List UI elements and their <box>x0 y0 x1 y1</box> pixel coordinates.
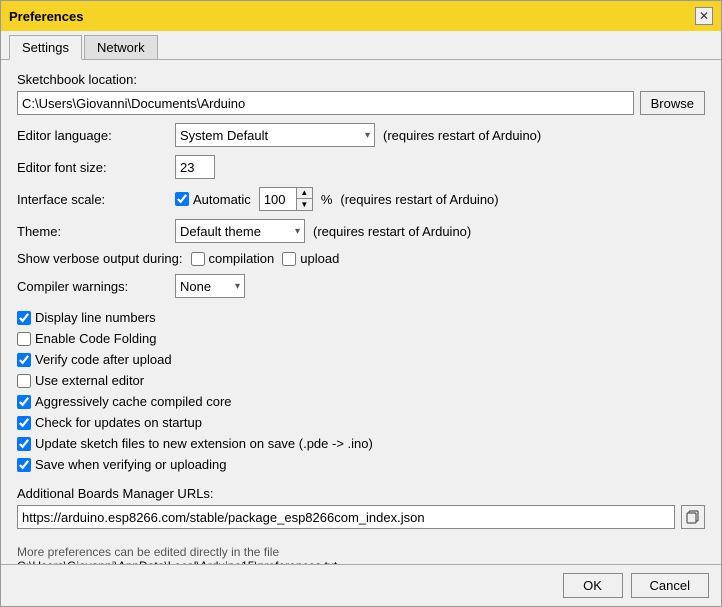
checkbox-verify_upload[interactable] <box>17 353 31 367</box>
editor-font-row: Editor font size: <box>17 155 705 179</box>
checkbox-label-save_verifying[interactable]: Save when verifying or uploading <box>17 457 705 472</box>
scale-input[interactable] <box>260 188 296 210</box>
interface-scale-label: Interface scale: <box>17 192 167 207</box>
compiler-warnings-row: Compiler warnings: None ▾ <box>17 274 705 298</box>
cancel-button[interactable]: Cancel <box>631 573 709 598</box>
checkbox-label-check_updates[interactable]: Check for updates on startup <box>17 415 705 430</box>
checkbox-external_editor[interactable] <box>17 374 31 388</box>
sketchbook-input[interactable] <box>17 91 634 115</box>
chevron-down-icon: ▾ <box>235 281 240 292</box>
boards-input-row <box>17 505 705 529</box>
editor-language-dropdown[interactable]: System Default ▾ <box>175 123 375 147</box>
editor-language-row: Editor language: System Default ▾ (requi… <box>17 123 705 147</box>
tab-settings[interactable]: Settings <box>9 35 82 60</box>
boards-section: Additional Boards Manager URLs: <box>17 486 705 529</box>
compiler-warnings-label: Compiler warnings: <box>17 279 167 294</box>
theme-dropdown[interactable]: Default theme ▾ <box>175 219 305 243</box>
checkbox-update_sketch[interactable] <box>17 437 31 451</box>
automatic-checkbox-label[interactable]: Automatic <box>175 192 251 207</box>
verbose-compilation-checkbox[interactable] <box>191 252 205 266</box>
sketchbook-label: Sketchbook location: <box>17 72 167 87</box>
sketchbook-input-row: Browse <box>17 91 705 115</box>
checkbox-label-external_editor[interactable]: Use external editor <box>17 373 705 388</box>
checkbox-label-verify_upload[interactable]: Verify code after upload <box>17 352 705 367</box>
verbose-upload-checkbox[interactable] <box>282 252 296 266</box>
title-bar: Preferences ✕ <box>1 1 721 31</box>
checkbox-code_folding[interactable] <box>17 332 31 346</box>
close-button[interactable]: ✕ <box>695 7 713 25</box>
checkbox-label-display_line[interactable]: Display line numbers <box>17 310 705 325</box>
chevron-down-icon: ▾ <box>295 226 300 237</box>
checkbox-label-cache_compiled[interactable]: Aggressively cache compiled core <box>17 394 705 409</box>
theme-hint: (requires restart of Arduino) <box>313 224 471 239</box>
interface-scale-row: Interface scale: Automatic ▲ ▼ % (requir… <box>17 187 705 211</box>
chevron-down-icon: ▾ <box>365 130 370 141</box>
verbose-label: Show verbose output during: <box>17 251 183 266</box>
boards-label: Additional Boards Manager URLs: <box>17 486 705 501</box>
theme-row: Theme: Default theme ▾ (requires restart… <box>17 219 705 243</box>
automatic-checkbox[interactable] <box>175 192 189 206</box>
window-title: Preferences <box>9 9 83 24</box>
verbose-compilation-label[interactable]: compilation <box>191 251 275 266</box>
spinner-up-icon[interactable]: ▲ <box>296 188 312 199</box>
checkboxes-section: Display line numbers Enable Code Folding V… <box>17 310 705 472</box>
browse-button[interactable]: Browse <box>640 91 705 115</box>
editor-font-input[interactable] <box>175 155 215 179</box>
compiler-warnings-dropdown[interactable]: None ▾ <box>175 274 245 298</box>
settings-content: Sketchbook location: Browse Editor langu… <box>1 60 721 564</box>
scale-hint: (requires restart of Arduino) <box>340 192 498 207</box>
checkbox-check_updates[interactable] <box>17 416 31 430</box>
info-section: More preferences can be edited directly … <box>17 545 705 564</box>
editor-font-label: Editor font size: <box>17 160 167 175</box>
spinner-down-icon[interactable]: ▼ <box>296 199 312 210</box>
tab-network[interactable]: Network <box>84 35 158 59</box>
verbose-upload-label[interactable]: upload <box>282 251 339 266</box>
copy-button[interactable] <box>681 505 705 529</box>
theme-label: Theme: <box>17 224 167 239</box>
percent-label: % <box>321 192 333 207</box>
checkbox-label-update_sketch[interactable]: Update sketch files to new extension on … <box>17 436 705 451</box>
preferences-window: Preferences ✕ Settings Network Sketchboo… <box>0 0 722 607</box>
tab-bar: Settings Network <box>1 31 721 60</box>
editor-language-hint: (requires restart of Arduino) <box>383 128 541 143</box>
copy-icon <box>686 510 700 524</box>
info-line1: More preferences can be edited directly … <box>17 545 705 559</box>
sketchbook-row: Sketchbook location: Browse <box>17 72 705 115</box>
editor-language-label: Editor language: <box>17 128 167 143</box>
checkbox-cache_compiled[interactable] <box>17 395 31 409</box>
footer: OK Cancel <box>1 564 721 606</box>
boards-input[interactable] <box>17 505 675 529</box>
checkbox-save_verifying[interactable] <box>17 458 31 472</box>
checkbox-display_line[interactable] <box>17 311 31 325</box>
scale-spinner[interactable]: ▲ ▼ <box>259 187 313 211</box>
ok-button[interactable]: OK <box>563 573 623 598</box>
checkbox-label-code_folding[interactable]: Enable Code Folding <box>17 331 705 346</box>
verbose-row: Show verbose output during: compilation … <box>17 251 705 266</box>
